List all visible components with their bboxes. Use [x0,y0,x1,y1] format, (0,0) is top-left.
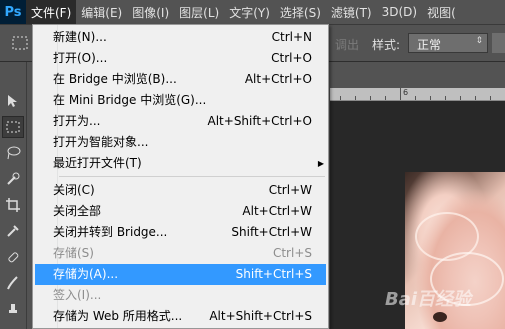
menu-item-label: 在 Mini Bridge 中浏览(G)... [53,93,207,107]
ruler-tick [430,96,431,100]
eyedropper-tool-icon[interactable] [2,220,24,242]
style-select[interactable]: 正常 ⇕ [408,33,488,53]
healing-brush-tool-icon[interactable] [2,246,24,268]
ruler-tick [475,96,476,100]
ruler-tick [445,96,446,100]
menu-item-shortcut: Ctrl+W [268,183,312,197]
menu-type[interactable]: 文字(Y) [224,0,275,24]
refine-edge-label: 调出 [335,38,360,52]
menu-item-browse-in-mini-bridge[interactable]: 在 Mini Bridge 中浏览(G)... [35,90,326,111]
menu-file[interactable]: 文件(F) [26,0,77,24]
rect-marquee-tool-icon[interactable] [2,116,24,138]
crop-tool-icon[interactable] [2,194,24,216]
ruler-tick [400,88,401,100]
menu-layer[interactable]: 图层(L) [174,0,224,24]
move-tool-icon[interactable] [2,90,24,112]
menu-item-open-recent[interactable]: 最近打开文件(T) ▶ [35,153,326,174]
style-label: 样式: [372,38,401,52]
menu-bar: Ps 文件(F) 编辑(E) 图像(I) 图层(L) 文字(Y) 选择(S) 滤… [0,0,505,24]
menu-3d[interactable]: 3D(D) [377,0,422,24]
menu-select[interactable]: 选择(S) [275,0,326,24]
menu-item-open-as[interactable]: 打开为... Alt+Shift+Ctrl+O [35,111,326,132]
menu-item-shortcut: Ctrl+O [271,51,312,65]
menu-image[interactable]: 图像(I) [127,0,174,24]
menu-item-shortcut: Alt+Shift+Ctrl+S [209,309,312,323]
menu-item-close-all[interactable]: 关闭全部 Alt+Ctrl+W [35,201,326,222]
ruler-tick [385,96,386,100]
menu-item-label: 在 Bridge 中浏览(B)... [53,72,177,86]
menu-item-shortcut: Alt+Ctrl+O [244,72,312,86]
menu-item-check-in[interactable]: 签入(I)... [35,285,326,306]
tools-panel [0,62,27,329]
ruler-tick [340,96,341,100]
menu-item-label: 关闭(C) [53,183,95,197]
menu-item-label: 存储为(A)... [53,267,119,281]
menu-item-open-as-smart-object[interactable]: 打开为智能对象... [35,132,326,153]
menu-item-label: 新建(N)... [53,30,107,44]
ruler-number: 6 [403,88,409,97]
marquee-tool-icon[interactable] [10,33,32,53]
menu-item-open[interactable]: 打开(O)... Ctrl+O [35,48,326,69]
file-menu-dropdown: 新建(N)... Ctrl+N 打开(O)... Ctrl+O 在 Bridge… [32,24,329,329]
menu-item-shortcut: Alt+Shift+Ctrl+O [207,114,312,128]
menu-item-browse-in-bridge[interactable]: 在 Bridge 中浏览(B)... Alt+Ctrl+O [35,69,326,90]
ruler-tick [415,96,416,100]
menu-item-save[interactable]: 存储(S) Ctrl+S [35,243,326,264]
ruler-tick [490,96,491,100]
menu-item-label: 关闭并转到 Bridge... [53,225,168,239]
photoshop-logo: Ps [0,0,26,24]
menu-item-shortcut: Shift+Ctrl+W [231,225,312,239]
ruler-tick [460,96,461,100]
menu-item-save-for-web[interactable]: 存储为 Web 所用格式... Alt+Shift+Ctrl+S [35,306,326,327]
width-field[interactable] [492,33,505,53]
menu-item-shortcut: Shift+Ctrl+S [235,267,312,281]
menu-item-label: 关闭全部 [53,204,102,218]
baidu-watermark: Bai百经验 [385,289,472,310]
ruler-tick [370,96,371,100]
ruler-tick [355,96,356,100]
menu-item-label: 存储(S) [53,246,94,260]
style-select-value: 正常 [417,38,442,52]
menu-item-shortcut: Ctrl+N [271,30,312,44]
horizontal-ruler: 6 [330,88,505,101]
menu-item-label: 打开为... [53,114,101,128]
menu-item-label: 打开为智能对象... [53,135,149,149]
menu-item-shortcut: Ctrl+S [272,246,312,260]
menu-item-label: 最近打开文件(T) [53,156,142,170]
quick-select-tool-icon[interactable] [2,168,24,190]
stamp-tool-icon[interactable] [2,298,24,320]
menu-item-new[interactable]: 新建(N)... Ctrl+N [35,27,326,48]
brush-tool-icon[interactable] [2,272,24,294]
menu-item-label: 存储为 Web 所用格式... [53,309,183,323]
menu-filter[interactable]: 滤镜(T) [326,0,377,24]
menu-edit[interactable]: 编辑(E) [76,0,127,24]
submenu-arrow-icon: ▶ [317,159,324,168]
menu-item-label: 签入(I)... [53,288,102,302]
menu-item-close-and-go-to-bridge[interactable]: 关闭并转到 Bridge... Shift+Ctrl+W [35,222,326,243]
menu-item-shortcut: Alt+Ctrl+W [242,204,312,218]
lasso-tool-icon[interactable] [2,142,24,164]
menu-item-label: 打开(O)... [53,51,108,65]
updown-arrow-icon: ⇕ [475,36,483,46]
menu-separator [59,176,325,177]
flower-detail [433,312,447,322]
menu-view[interactable]: 视图( [422,0,461,24]
menu-item-close[interactable]: 关闭(C) Ctrl+W [35,180,326,201]
menu-item-save-as[interactable]: 存储为(A)... Shift+Ctrl+S [35,264,326,285]
